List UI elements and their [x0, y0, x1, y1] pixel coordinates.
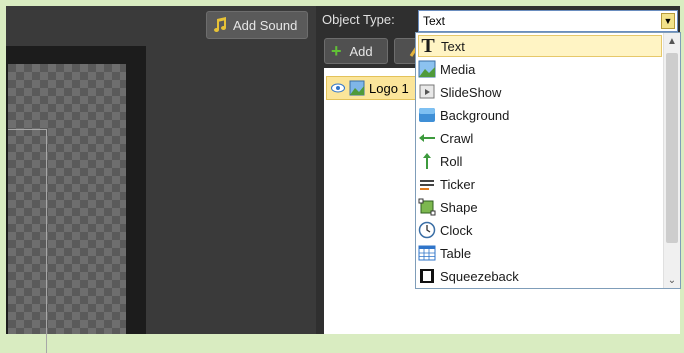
- option-label: Squeezeback: [440, 268, 519, 284]
- dropdown-option-table[interactable]: Table: [418, 242, 662, 264]
- option-label: SlideShow: [440, 84, 502, 100]
- image-icon: [418, 60, 436, 78]
- crawl-arrows-icon: [419, 134, 435, 142]
- chevron-up-icon[interactable]: ▲: [664, 33, 680, 49]
- slideshow-icon: [419, 84, 435, 99]
- shape-icon: [418, 198, 436, 216]
- option-label: Crawl: [440, 130, 474, 146]
- option-label: Roll: [440, 153, 463, 169]
- table-icon: [418, 245, 436, 261]
- music-note-icon: [214, 17, 226, 32]
- add-sound-button[interactable]: Add Sound: [206, 11, 308, 39]
- dropdown-option-ticker[interactable]: Ticker: [418, 173, 662, 195]
- background-icon: [419, 108, 435, 122]
- image-icon: [349, 80, 365, 96]
- object-type-select[interactable]: Text ▼: [418, 10, 678, 32]
- object-type-value: Text: [423, 14, 446, 28]
- squeezeback-icon: [420, 269, 434, 283]
- dropdown-option-squeezeback[interactable]: Squeezeback: [418, 265, 662, 287]
- clock-icon: [418, 221, 436, 239]
- object-type-dropdown[interactable]: T Text Media SlideShow Background Crawl …: [415, 32, 681, 289]
- dropdown-option-crawl[interactable]: Crawl: [418, 127, 662, 149]
- option-label: Shape: [440, 199, 478, 215]
- option-label: Clock: [440, 222, 473, 238]
- transparent-checkerboard: [8, 64, 126, 353]
- roll-arrows-icon: [423, 153, 431, 169]
- chevron-down-icon[interactable]: ▼: [661, 13, 675, 29]
- chevron-down-icon[interactable]: ⌄: [664, 272, 680, 288]
- add-label: Add: [349, 43, 373, 59]
- eye-icon[interactable]: [331, 83, 345, 93]
- preview-canvas[interactable]: [6, 46, 146, 353]
- scrollbar-thumb[interactable]: [666, 53, 678, 243]
- option-label: Ticker: [440, 176, 475, 192]
- layer-item-label: Logo 1: [369, 80, 409, 96]
- dropdown-option-clock[interactable]: Clock: [418, 219, 662, 241]
- option-label: Background: [440, 107, 510, 123]
- option-label: Text: [441, 38, 465, 54]
- dropdown-option-roll[interactable]: Roll: [418, 150, 662, 172]
- dropdown-option-slideshow[interactable]: SlideShow: [418, 81, 662, 103]
- layer-item[interactable]: Logo 1: [326, 76, 422, 100]
- option-label: Table: [440, 245, 472, 261]
- dropdown-scrollbar[interactable]: ▲ ⌄: [663, 33, 680, 288]
- option-label: Media: [440, 61, 476, 77]
- dropdown-option-media[interactable]: Media: [418, 58, 662, 80]
- text-t-icon: T: [421, 34, 435, 57]
- object-type-label: Object Type:: [322, 12, 395, 27]
- add-sound-label: Add Sound: [233, 17, 298, 33]
- dropdown-option-text[interactable]: T Text: [418, 35, 662, 57]
- dropdown-option-background[interactable]: Background: [418, 104, 662, 126]
- ticker-icon: [420, 180, 434, 190]
- plus-icon: +: [331, 41, 342, 61]
- dropdown-option-shape[interactable]: Shape: [418, 196, 662, 218]
- add-object-button[interactable]: + Add: [324, 38, 388, 64]
- safe-area-guide: [8, 129, 47, 353]
